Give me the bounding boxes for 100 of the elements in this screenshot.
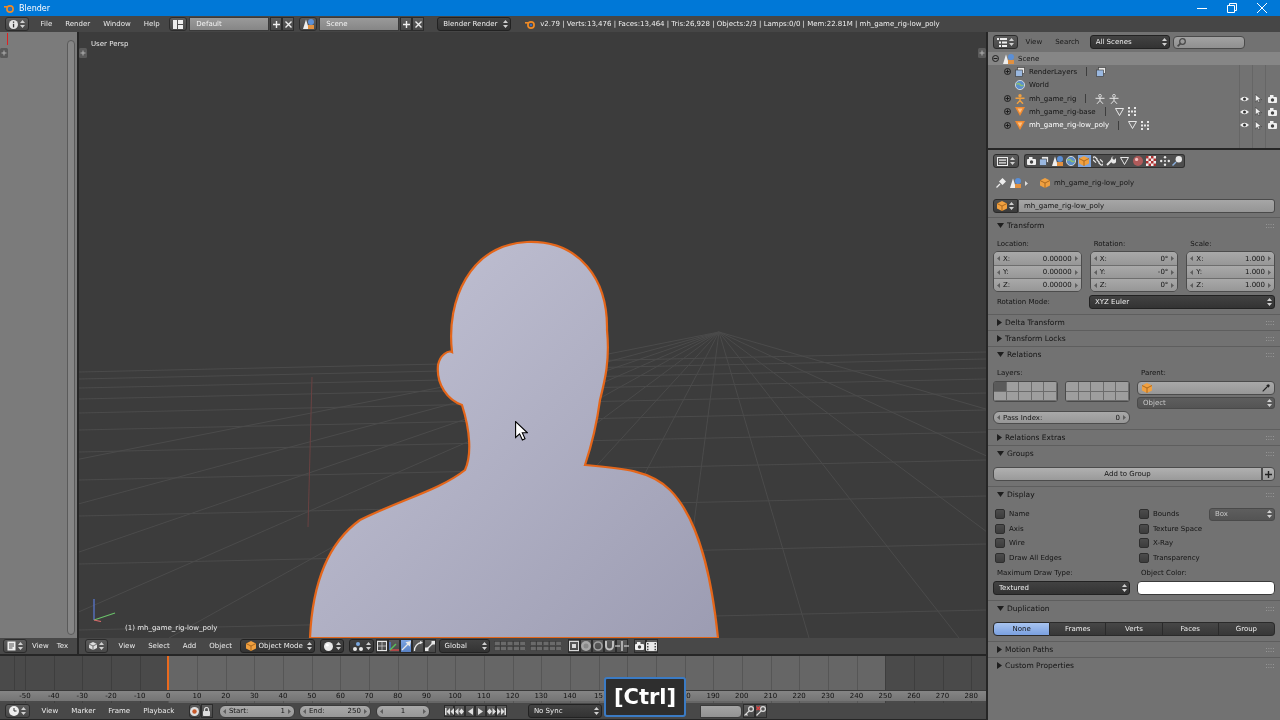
eye-icon[interactable] — [1240, 108, 1249, 115]
restore-icon[interactable] — [1227, 3, 1237, 13]
properties-tab[interactable] — [1024, 154, 1038, 168]
camera-icon[interactable] — [1268, 121, 1277, 130]
layer-toggle[interactable] — [1019, 382, 1032, 392]
properties-tab[interactable] — [1131, 154, 1145, 168]
add-button[interactable] — [400, 17, 413, 31]
layout-button[interactable] — [169, 17, 188, 31]
toggle-button[interactable] — [375, 639, 388, 653]
plus-circle-icon[interactable] — [1004, 95, 1011, 103]
plus-circle-icon[interactable] — [1004, 68, 1011, 76]
properties-tab[interactable] — [1104, 154, 1118, 168]
layer-toggle[interactable] — [994, 391, 1007, 401]
layer-toggle[interactable] — [1019, 391, 1032, 401]
grip-icon[interactable] — [1266, 352, 1274, 357]
grip-icon[interactable] — [1266, 336, 1274, 341]
layout-icon — [173, 19, 184, 29]
playback-button[interactable] — [496, 705, 507, 717]
record-button[interactable] — [188, 704, 201, 718]
toggle-button[interactable] — [567, 639, 580, 653]
scene-button[interactable] — [299, 17, 318, 31]
layer-toggle[interactable] — [1031, 382, 1045, 392]
updown-arrows-icon — [1267, 399, 1272, 407]
grip-icon[interactable] — [1266, 492, 1274, 497]
parent-field[interactable] — [1137, 381, 1275, 395]
camera-icon[interactable] — [1268, 107, 1277, 116]
plus-tab-icon[interactable] — [0, 48, 8, 58]
checkbox[interactable] — [995, 538, 1005, 549]
checkbox[interactable] — [995, 509, 1005, 520]
grip-icon[interactable] — [1266, 606, 1274, 611]
eyedropper-icon[interactable] — [1262, 384, 1270, 392]
layer-toggle[interactable] — [1078, 382, 1092, 392]
datablock-button[interactable] — [993, 199, 1018, 213]
layer-toggle[interactable] — [1091, 391, 1104, 401]
add-button[interactable] — [1262, 467, 1275, 481]
editor-type-button[interactable] — [5, 17, 29, 31]
playback-button[interactable] — [454, 705, 465, 717]
layer-toggle[interactable] — [1044, 382, 1057, 392]
right-arrow-icon — [1123, 415, 1126, 420]
layer-toggle[interactable] — [994, 382, 1007, 392]
playback-button[interactable] — [485, 705, 497, 717]
delete-button[interactable] — [412, 17, 425, 31]
axes-icon — [388, 641, 399, 651]
plus-circle-icon[interactable] — [1004, 108, 1011, 116]
editor-type-button[interactable] — [85, 639, 108, 653]
search-field[interactable] — [1172, 35, 1245, 49]
minus-circle-icon[interactable] — [992, 55, 999, 63]
grip-icon[interactable] — [1266, 223, 1274, 228]
checkbox[interactable] — [995, 552, 1005, 563]
layer-toggle[interactable] — [1116, 382, 1129, 392]
lock-button[interactable] — [200, 704, 213, 718]
layer-toggle[interactable] — [1044, 391, 1057, 401]
checkbox[interactable] — [1139, 538, 1149, 549]
keying-set-field[interactable] — [699, 704, 742, 718]
updown-arrows-icon — [1267, 510, 1272, 519]
plus-circle-icon[interactable] — [1004, 121, 1011, 129]
plus-tab-icon[interactable] — [79, 48, 87, 58]
layer-toggle[interactable] — [1091, 382, 1104, 392]
grip-icon[interactable] — [1266, 435, 1274, 440]
grip-icon[interactable] — [1266, 451, 1274, 456]
layer-toggle[interactable] — [1031, 391, 1045, 401]
checkbox[interactable] — [995, 523, 1005, 534]
checkbox[interactable] — [1139, 509, 1149, 520]
add-button[interactable] — [270, 17, 283, 31]
layer-toggle[interactable] — [1066, 382, 1079, 392]
pin-icon[interactable] — [996, 178, 1006, 188]
shading-dropdown[interactable] — [319, 639, 344, 653]
properties-tab[interactable] — [1171, 154, 1185, 168]
close-icon[interactable] — [1257, 3, 1267, 13]
layer-toggle[interactable] — [1103, 382, 1117, 392]
left-arrow-icon — [1093, 282, 1097, 288]
layer-toggle[interactable] — [1078, 391, 1092, 401]
pivot-dropdown[interactable] — [348, 639, 374, 653]
checkbox[interactable] — [1139, 552, 1149, 563]
eye-icon[interactable] — [1240, 95, 1249, 102]
camera-icon[interactable] — [1268, 94, 1277, 103]
minimize-icon[interactable] — [1197, 7, 1207, 9]
render-button[interactable] — [633, 639, 646, 653]
grip-icon[interactable] — [1266, 320, 1274, 325]
scrollbar[interactable] — [67, 40, 75, 635]
layer-toggle[interactable] — [1116, 391, 1129, 401]
grip-icon[interactable] — [1266, 647, 1274, 652]
layer-toggle[interactable] — [1006, 382, 1020, 392]
properties-tab[interactable] — [1064, 154, 1078, 168]
keyframe-button[interactable] — [742, 704, 755, 718]
color-field[interactable] — [1137, 581, 1275, 595]
playback-button[interactable] — [443, 705, 455, 717]
checkbox[interactable] — [1139, 523, 1149, 534]
editor-type-button[interactable] — [3, 639, 27, 653]
delete-button[interactable] — [282, 17, 295, 31]
layer-toggle[interactable] — [1103, 391, 1117, 401]
properties-tab[interactable] — [1037, 154, 1051, 168]
editor-type-button[interactable] — [993, 35, 1018, 49]
grip-icon[interactable] — [1266, 663, 1274, 668]
layer-toggle[interactable] — [1006, 391, 1020, 401]
editor-type-button[interactable] — [993, 154, 1019, 168]
layer-toggle[interactable] — [1066, 391, 1079, 401]
plus-tab-icon[interactable] — [978, 48, 986, 58]
editor-type-button[interactable] — [5, 704, 30, 718]
eye-icon[interactable] — [1240, 122, 1249, 129]
